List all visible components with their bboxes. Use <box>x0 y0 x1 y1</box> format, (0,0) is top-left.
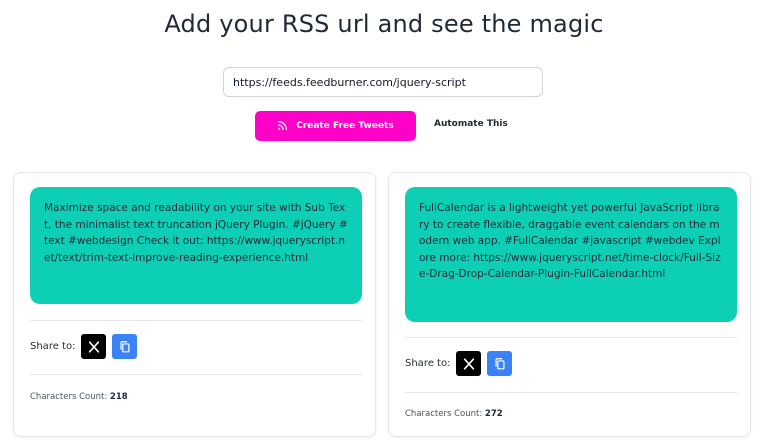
copy-icon <box>120 340 130 352</box>
characters-count-label: Characters Count: <box>405 409 483 419</box>
x-logo-icon <box>463 357 475 370</box>
characters-count-label: Characters Count: <box>30 392 108 402</box>
tweet-text: Maximize space and readability on your s… <box>30 187 362 304</box>
share-label: Share to: <box>30 341 76 352</box>
characters-count: Characters Count: 272 <box>405 409 503 419</box>
tweet-text: FullCalendar is a lightweight yet powerf… <box>405 187 737 322</box>
share-to-x-button[interactable] <box>456 351 482 376</box>
automate-this-link[interactable]: Automate This <box>434 119 508 129</box>
rss-icon <box>277 119 289 134</box>
share-row: Share to: <box>405 351 513 376</box>
copy-button[interactable] <box>487 351 513 376</box>
copy-icon <box>495 357 505 369</box>
share-row: Share to: <box>30 334 138 359</box>
characters-count-value: 272 <box>484 409 503 419</box>
characters-count: Characters Count: 218 <box>30 392 128 402</box>
share-label: Share to: <box>405 358 451 369</box>
characters-count-value: 218 <box>109 392 128 402</box>
divider <box>405 392 737 393</box>
copy-button[interactable] <box>112 334 138 359</box>
x-logo-icon <box>88 340 100 353</box>
page-title: Add your RSS url and see the magic <box>164 10 604 38</box>
rss-url-input[interactable] <box>223 67 543 97</box>
tweet-card-2: FullCalendar is a lightweight yet powerf… <box>388 172 751 437</box>
create-free-tweets-button[interactable]: Create Free Tweets <box>255 111 416 141</box>
tweet-card-1: Maximize space and readability on your s… <box>13 172 376 437</box>
share-to-x-button[interactable] <box>81 334 107 359</box>
create-button-label: Create Free Tweets <box>296 121 394 131</box>
divider <box>405 337 737 338</box>
divider <box>30 320 362 321</box>
divider <box>30 374 362 375</box>
